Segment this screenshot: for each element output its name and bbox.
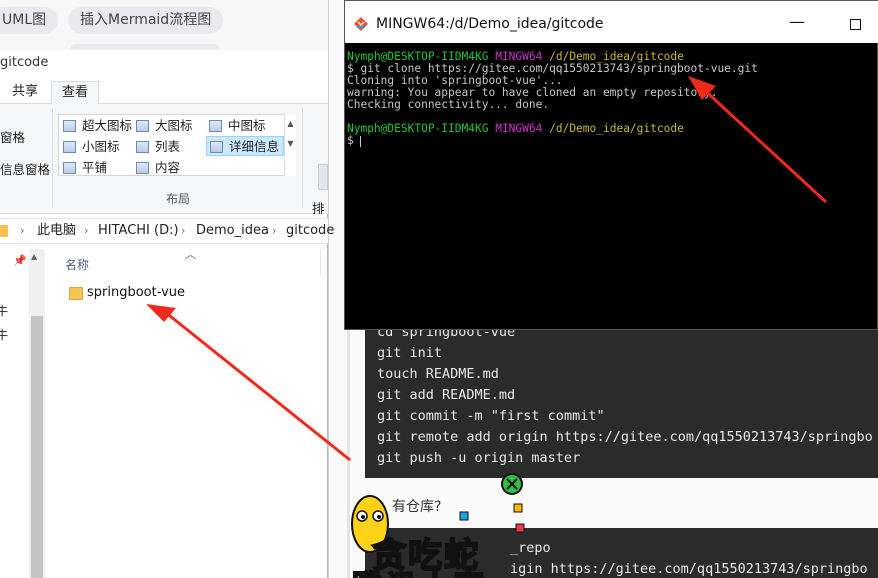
content-icon [136, 162, 149, 174]
terminal-prompt-line: Nymph@DESKTOP-IIDM4KG MINGW64 /d/Demo_id… [347, 122, 684, 135]
layout-small-icons[interactable]: 小图标 [60, 137, 132, 157]
layout-details[interactable]: 详细信息 [206, 136, 284, 156]
code-line: git remote add origin https://gitee.com/… [377, 429, 873, 445]
column-header-name[interactable]: 名称 [65, 256, 89, 273]
chevron-right-icon[interactable]: › [272, 219, 276, 243]
list-icon [136, 141, 149, 153]
git-bash-icon [354, 17, 368, 31]
file-explorer-window: gitcode 共享 查看 窗格 信息窗格 超大图标 大图标 中图标 小图标 列… [0, 50, 334, 578]
code-line: git init [377, 345, 443, 361]
layout-list[interactable]: 列表 [133, 137, 205, 157]
scroll-up-icon[interactable]: ▲ [31, 252, 37, 261]
sort-chevron-icon: ︿ [185, 248, 196, 261]
ribbon-tabs: 共享 查看 [0, 78, 328, 105]
large-icons-icon [136, 120, 149, 132]
folder-icon [69, 287, 83, 300]
mingw-terminal-window: MINGW64:/d/Demo_idea/gitcode — Nymph@DES… [344, 0, 878, 330]
column-divider[interactable] [320, 250, 321, 276]
nav-item-partial[interactable]: 牛 [0, 302, 8, 319]
scrollbar-thumb[interactable] [31, 316, 43, 578]
ribbon-panel: 窗格 信息窗格 超大图标 大图标 中图标 小图标 列表 详细信息 平铺 内容 ▲… [0, 104, 328, 217]
layout-group-label: 布局 [166, 192, 191, 206]
layout-medium-icons[interactable]: 中图标 [206, 116, 282, 136]
maximize-icon[interactable] [850, 19, 861, 30]
terminal-title: MINGW64:/d/Demo_idea/gitcode [376, 16, 604, 32]
ribbon-divider [52, 108, 53, 208]
tiles-icon [63, 162, 76, 174]
terminal-output[interactable]: Nymph@DESKTOP-IIDM4KG MINGW64 /d/Demo_id… [347, 51, 877, 147]
code-line: igin https://gitee.com/qq1550213743/spri… [510, 561, 868, 577]
sticker-title-line2: 腾讯大赛 [351, 562, 488, 578]
breadcrumb-this-pc[interactable]: 此电脑 [37, 219, 76, 243]
folder-icon [0, 225, 8, 237]
minimize-icon[interactable]: — [789, 12, 805, 31]
pin-icon[interactable]: 📌 [13, 254, 27, 267]
code-line: git commit -m "first commit" [377, 408, 605, 424]
details-icon [210, 141, 223, 153]
small-icons-icon [63, 141, 76, 153]
layout-tiles[interactable]: 平铺 [60, 158, 132, 178]
chevron-right-icon[interactable]: › [20, 219, 24, 243]
chevron-right-icon[interactable]: › [181, 219, 185, 243]
chevron-right-icon[interactable]: › [84, 219, 88, 243]
sort-by-label[interactable]: 排 [312, 198, 325, 217]
insert-mermaid-button[interactable]: 插入Mermaid流程图 [68, 7, 224, 34]
code-line: _repo [510, 540, 551, 556]
breadcrumb-gitcode[interactable]: gitcode [286, 219, 334, 243]
ribbon-divider [302, 108, 303, 208]
extra-large-icons-icon [63, 120, 76, 132]
layout-extra-large-icons[interactable]: 超大图标 [60, 116, 136, 136]
code-line: git push -u origin master [377, 450, 581, 466]
address-bar[interactable]: › 此电脑 › HITACHI (D:) › Demo_idea › gitco… [0, 218, 334, 244]
file-list-item[interactable]: springboot-vue [64, 284, 264, 304]
folder-name: springboot-vue [87, 285, 186, 300]
text-cursor [360, 135, 362, 147]
uml-chart-button[interactable]: UML图 [0, 7, 59, 34]
gallery-scroll[interactable]: ▲ ▼ [284, 114, 296, 176]
tab-share[interactable]: 共享 [2, 81, 48, 105]
code-line: touch README.md [377, 366, 499, 382]
terminal-output-line: Checking connectivity... done. [347, 98, 550, 111]
details-pane-button[interactable]: 信息窗格 [0, 159, 50, 178]
code-block: cd springboot-vue git init touch README.… [365, 318, 878, 478]
layout-gallery: 超大图标 大图标 中图标 小图标 列表 详细信息 平铺 内容 [58, 114, 296, 176]
navigation-pane: 📌 牛 牛 ▲ [0, 246, 46, 578]
preview-pane-button[interactable]: 窗格 [0, 127, 25, 146]
nav-item-partial[interactable]: 牛 [0, 326, 8, 343]
terminal-titlebar[interactable]: MINGW64:/d/Demo_idea/gitcode — [345, 1, 878, 43]
window-title: gitcode [0, 50, 328, 78]
sort-by-icon[interactable] [318, 164, 328, 190]
tab-view[interactable]: 查看 [51, 81, 100, 105]
breadcrumb-drive[interactable]: HITACHI (D:) [98, 219, 179, 243]
layout-content[interactable]: 内容 [133, 158, 205, 178]
terminal-input-line[interactable]: $ [347, 135, 877, 147]
medium-icons-icon [209, 120, 222, 132]
layout-large-icons[interactable]: 大图标 [133, 116, 205, 136]
breadcrumb-demo-idea[interactable]: Demo_idea [196, 219, 269, 243]
code-line: git add README.md [377, 387, 516, 403]
